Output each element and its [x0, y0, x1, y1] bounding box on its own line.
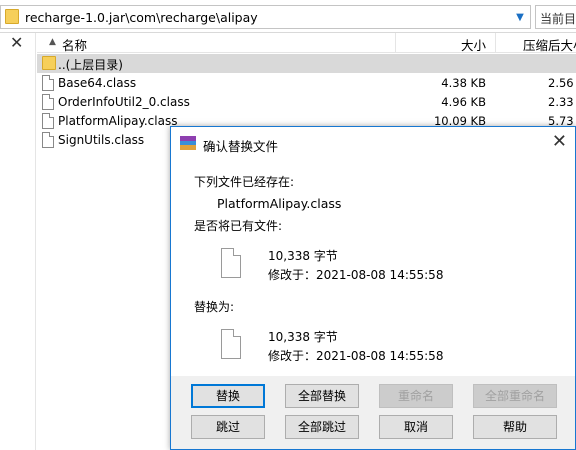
dialog-title: 确认替换文件 [203, 139, 279, 154]
existing-file-modified: 修改于：2021-08-08 14:55:58 [268, 268, 444, 282]
dialog-body: 下列文件已经存在: PlatformAlipay.class 是否将已有文件: … [171, 160, 575, 376]
file-compressed-size: 2.56 K [548, 76, 576, 90]
path-text: recharge-1.0.jar\com\recharge\alipay [25, 10, 258, 25]
list-item[interactable]: Base64.class 4.38 KB 2.56 K [37, 74, 576, 93]
left-pane: ✕ [0, 33, 36, 450]
list-item[interactable]: ..(上层目录) [37, 54, 576, 73]
folder-icon [42, 56, 56, 70]
replace-question: 是否将已有文件: [194, 219, 283, 233]
skip-button[interactable]: 跳过 [191, 415, 265, 439]
file-name: ..(上层目录) [58, 58, 123, 72]
existing-file-size: 10,338 字节 [268, 249, 338, 263]
conflict-filename: PlatformAlipay.class [217, 196, 342, 211]
sort-up-icon: ▲ [49, 37, 56, 47]
rename-all-button[interactable]: 全部重命名 [473, 384, 557, 408]
cancel-button[interactable]: 取消 [379, 415, 453, 439]
replace-file-dialog: 确认替换文件 ✕ 下列文件已经存在: PlatformAlipay.class … [170, 126, 576, 450]
document-icon [221, 248, 241, 278]
column-size[interactable]: 大小 [461, 35, 486, 54]
file-icon [42, 75, 54, 91]
address-bar: recharge-1.0.jar\com\recharge\alipay ▼ 当… [0, 0, 576, 33]
file-name: Base64.class [58, 76, 137, 90]
column-name[interactable]: 名称 [62, 35, 87, 54]
column-divider[interactable] [495, 33, 496, 53]
chevron-down-icon[interactable]: ▼ [511, 9, 529, 26]
help-button[interactable]: 帮助 [473, 415, 557, 439]
file-icon [42, 94, 54, 110]
file-icon [42, 113, 54, 129]
file-compressed-size: 2.33 K [548, 95, 576, 109]
skip-all-button[interactable]: 全部跳过 [285, 415, 359, 439]
new-file-modified: 修改于：2021-08-08 14:55:58 [268, 349, 444, 363]
column-header: ▲ 名称 大小 压缩后大小 [37, 33, 576, 53]
search-placeholder: 当前目 [540, 12, 576, 26]
file-size: 4.96 KB [441, 95, 486, 109]
file-name: PlatformAlipay.class [58, 114, 178, 128]
file-name: OrderInfoUtil2_0.class [58, 95, 190, 109]
replace-with-label: 替换为: [194, 300, 235, 314]
close-icon[interactable]: ✕ [552, 132, 567, 152]
search-input[interactable]: 当前目 [535, 5, 576, 29]
column-divider[interactable] [395, 33, 396, 53]
exists-label: 下列文件已经存在: [194, 175, 295, 189]
file-name: SignUtils.class [58, 133, 145, 147]
file-size: 4.38 KB [441, 76, 486, 90]
list-item[interactable]: OrderInfoUtil2_0.class 4.96 KB 2.33 K [37, 93, 576, 112]
folder-icon [5, 9, 19, 24]
replace-all-button[interactable]: 全部替换 [285, 384, 359, 408]
column-compressed[interactable]: 压缩后大小 [523, 35, 576, 54]
document-icon [221, 329, 241, 359]
close-icon[interactable]: ✕ [10, 33, 23, 53]
dialog-title-bar: 确认替换文件 ✕ [171, 127, 575, 160]
path-input[interactable]: recharge-1.0.jar\com\recharge\alipay ▼ [0, 5, 531, 29]
replace-button[interactable]: 替换 [191, 384, 265, 408]
new-file-size: 10,338 字节 [268, 330, 338, 344]
winrar-logo-icon [180, 136, 196, 150]
rename-button[interactable]: 重命名 [379, 384, 453, 408]
file-icon [42, 132, 54, 148]
